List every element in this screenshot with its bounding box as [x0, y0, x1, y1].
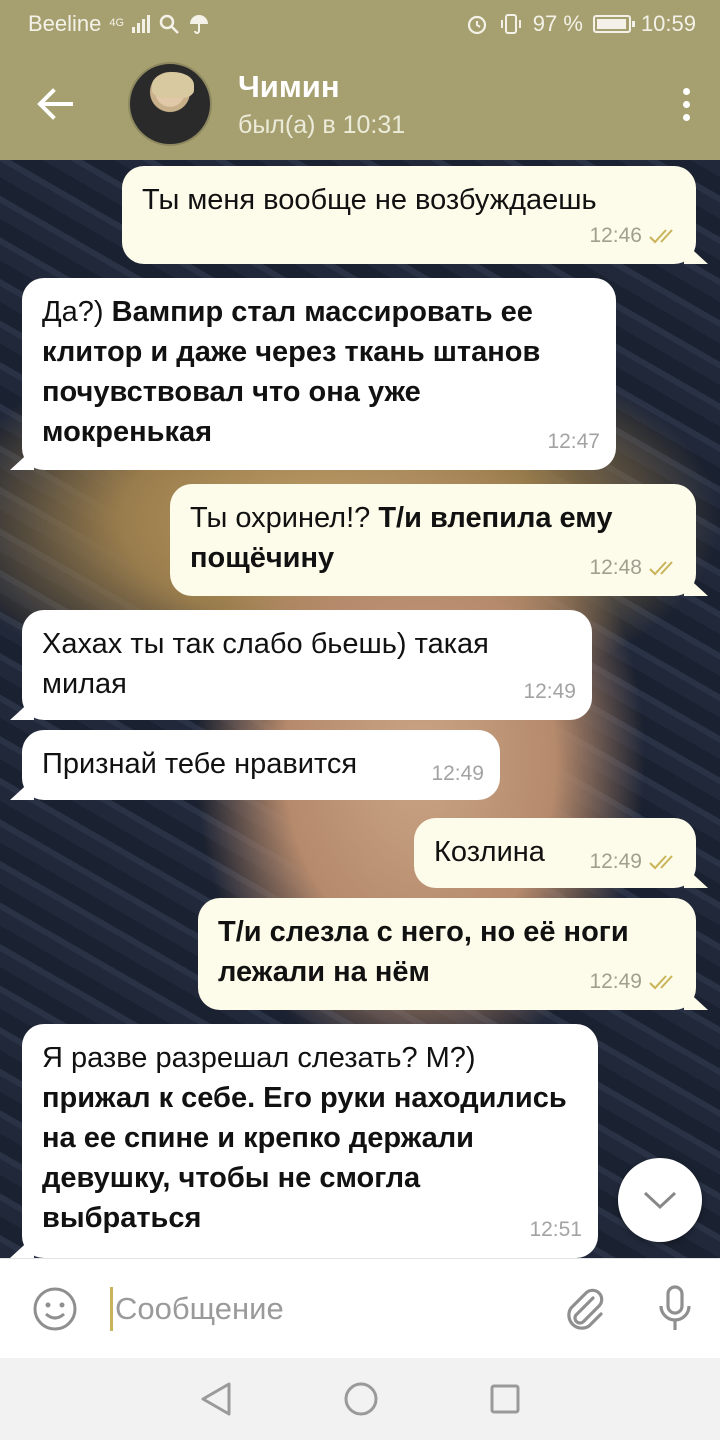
battery-percent: 97 %: [532, 11, 583, 36]
avatar[interactable]: [128, 62, 212, 146]
contact-name: Чимин: [238, 68, 340, 104]
system-nav-bar: [0, 1358, 720, 1440]
message-action-text: Т/и слезла с него, но её ноги лежали на …: [218, 916, 629, 988]
message-bubble[interactable]: Я разве разрешал слезать? М?) прижал к с…: [22, 1024, 598, 1258]
last-seen: был(а) в 10:31: [238, 110, 406, 139]
emoji-icon: [33, 1287, 77, 1330]
message-bubble[interactable]: Да?) Вампир стал массировать ее клитор и…: [22, 278, 616, 470]
umbrella-icon: [190, 15, 209, 34]
message-bubble[interactable]: Хахах ты так слабо бьешь) такая милая 12…: [22, 610, 592, 720]
microphone-icon: [659, 1284, 691, 1330]
status-bar: Beeline 4G 97 % 10:59: [0, 0, 720, 48]
double-check-icon: [649, 561, 673, 576]
message-text: Ты охринел!?: [190, 502, 379, 534]
more-vert-icon[interactable]: [683, 88, 690, 121]
arrow-left-icon: [37, 88, 73, 120]
back-triangle-icon[interactable]: [199, 1381, 233, 1417]
message-bubble[interactable]: Признай тебе нравится 12:49: [22, 730, 500, 800]
double-check-icon: [649, 975, 673, 990]
search-icon: [159, 14, 179, 34]
message-action-text: прижал к себе. Его руки находились на ее…: [42, 1082, 567, 1234]
message-text: Я разве разрешал слезать? М?): [42, 1042, 476, 1074]
message-text: Ты меня вообще не возбуждаешь: [142, 184, 597, 216]
recents-square-icon[interactable]: [489, 1383, 521, 1415]
attach-button[interactable]: [540, 1286, 630, 1332]
back-button[interactable]: [0, 48, 110, 160]
signal-icon: [132, 15, 151, 33]
scroll-down-button[interactable]: [618, 1158, 702, 1242]
contact-info[interactable]: Чимин был(а) в 10:31: [238, 69, 405, 140]
message-time: 12:51: [529, 1218, 582, 1241]
carrier-label: Beeline: [28, 11, 102, 36]
message-text: Хахах ты так слабо бьешь) такая милая: [42, 628, 489, 700]
home-circle-icon[interactable]: [343, 1381, 379, 1417]
message-text: Козлина: [434, 836, 545, 868]
paperclip-icon: [567, 1288, 604, 1330]
message-bubble[interactable]: Ты меня вообще не возбуждаешь 12:46: [122, 166, 696, 264]
message-time: 12:49: [431, 762, 484, 785]
message-text: Признай тебе нравится: [42, 748, 358, 780]
message-time: 12:49: [589, 970, 642, 993]
message-input-bar: Сообщение: [0, 1258, 720, 1358]
vibrate-icon: [500, 14, 521, 34]
chat-area[interactable]: Ты меня вообще не возбуждаешь 12:46 Да?)…: [0, 160, 720, 1258]
chevron-down-icon: [643, 1191, 677, 1210]
emoji-button[interactable]: [0, 1285, 110, 1333]
message-time: 12:49: [589, 850, 642, 873]
message-text: Да?): [42, 296, 112, 328]
battery-icon: [592, 15, 635, 33]
double-check-icon: [649, 855, 673, 870]
message-bubble[interactable]: Козлина 12:49: [414, 818, 696, 888]
alarm-icon: [467, 15, 486, 35]
message-bubble[interactable]: Т/и слезла с него, но её ноги лежали на …: [198, 898, 696, 1010]
message-bubble[interactable]: Ты охринел!? Т/и влепила ему пощёчину 12…: [170, 484, 696, 596]
clock: 10:59: [640, 11, 696, 36]
message-time: 12:48: [589, 556, 642, 579]
message-action-text: Вампир стал массировать ее клитор и даже…: [42, 296, 541, 448]
double-check-icon: [649, 229, 673, 244]
chat-header: Чимин был(а) в 10:31: [0, 48, 720, 160]
microphone-button[interactable]: [630, 1284, 720, 1334]
message-time: 12:46: [589, 224, 642, 247]
network-type: 4G: [109, 17, 125, 29]
message-time: 12:49: [523, 680, 576, 703]
message-time: 12:47: [547, 430, 600, 453]
message-input[interactable]: Сообщение: [110, 1286, 540, 1331]
